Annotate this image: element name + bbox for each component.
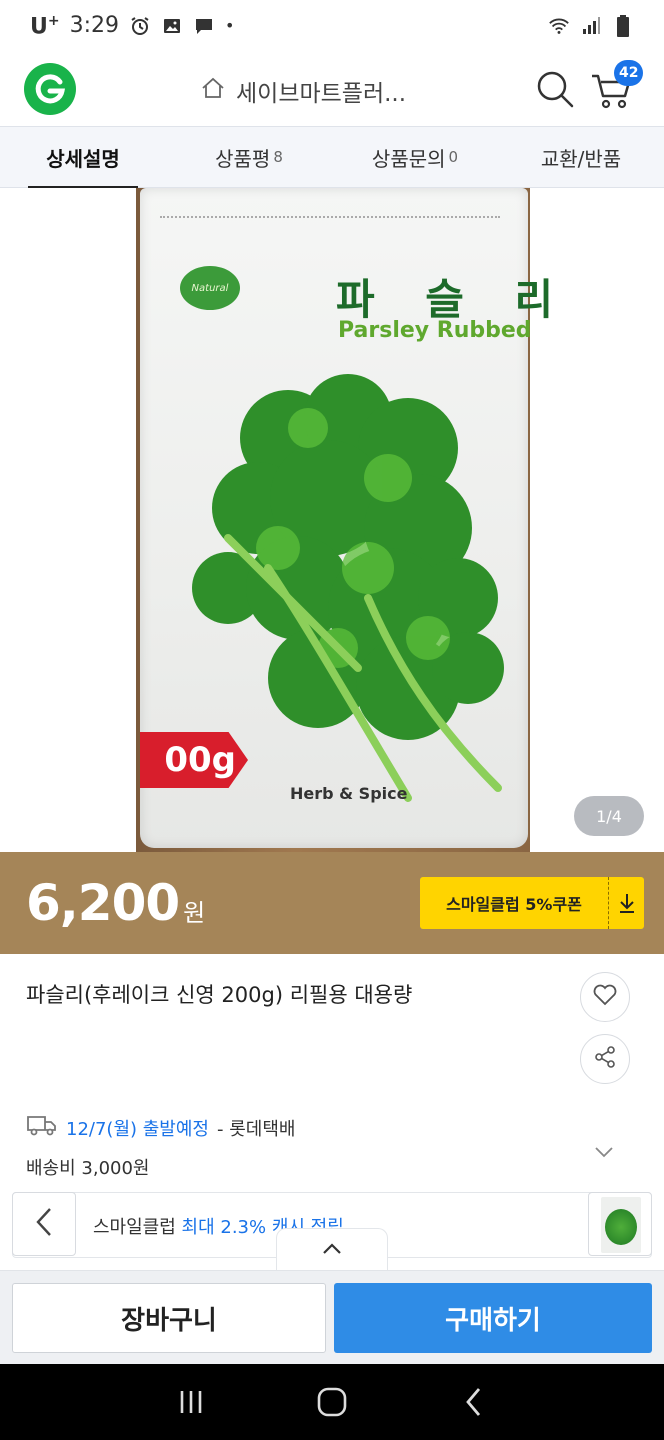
coupon-button[interactable]: 스마일클럽 5%쿠폰 xyxy=(420,877,644,929)
status-right xyxy=(548,15,634,37)
tab-count: 8 xyxy=(273,148,283,166)
product-thumbnail[interactable] xyxy=(588,1192,652,1256)
tab-label: 상품평 xyxy=(215,146,271,171)
package-title-en: Parsley Rubbed xyxy=(338,318,532,343)
share-button[interactable] xyxy=(580,1034,630,1084)
download-icon xyxy=(608,877,644,929)
tab-description[interactable]: 상세설명 xyxy=(0,127,166,188)
price-value: 6,200 xyxy=(26,874,180,932)
shipping-fee: 배송비 3,000원 xyxy=(26,1158,150,1179)
tab-label: 상세설명 xyxy=(46,146,120,171)
club-prefix: 스마일클럽 xyxy=(93,1217,176,1238)
tab-label: 상품문의 xyxy=(371,146,446,171)
package-zip-line xyxy=(160,216,500,218)
action-bar: 장바구니 구매하기 xyxy=(0,1270,664,1364)
back-button[interactable] xyxy=(12,1192,76,1256)
coupon-label: 스마일클럽 5%쿠폰 xyxy=(446,895,582,914)
signal-icon xyxy=(580,15,602,37)
wifi-icon xyxy=(548,15,570,37)
detail-tabs: 상세설명 상품평 8 상품문의 0 교환/반품 xyxy=(0,126,664,188)
shipping-row: 12/7(월) 출발예정 - 롯데택배 xyxy=(26,1114,295,1141)
back-nav-icon[interactable] xyxy=(453,1382,493,1422)
price-bar: 6,200 원 스마일클럽 5%쿠폰 xyxy=(0,852,664,954)
tab-reviews[interactable]: 상품평 8 xyxy=(166,127,332,187)
recent-apps-icon[interactable] xyxy=(171,1382,211,1422)
truck-icon xyxy=(26,1114,58,1141)
heart-icon xyxy=(592,983,618,1011)
home-icon xyxy=(200,76,226,106)
product-title: 파슬리(후레이크 신영 200g) 리필용 대용량 xyxy=(26,983,413,1007)
alarm-icon xyxy=(129,15,151,37)
gmarket-logo-icon[interactable] xyxy=(24,63,76,115)
price-unit: 원 xyxy=(183,898,206,927)
thumbnail-parsley xyxy=(605,1209,637,1245)
shipping-date: 12/7(월) 출발예정 xyxy=(66,1118,209,1140)
share-icon xyxy=(593,1045,617,1073)
tab-questions[interactable]: 상품문의 0 xyxy=(332,127,498,187)
chevron-up-icon xyxy=(321,1241,343,1260)
product-image-carousel[interactable]: Natural 파 슬 리 Parsley Rubbed 00g Herb & … xyxy=(0,188,664,852)
package-tagline: Herb & Spice xyxy=(290,784,408,803)
status-bar: U+ 3:29 • xyxy=(0,0,664,52)
carrier-label: U+ xyxy=(30,12,60,40)
cart-count-badge: 42 xyxy=(614,60,644,86)
tab-label: 교환/반품 xyxy=(540,146,622,171)
message-icon xyxy=(193,15,215,37)
brand-logo-icon: Natural xyxy=(180,266,240,310)
home-nav-icon[interactable] xyxy=(312,1382,352,1422)
app-header: 세이브마트플러... xyxy=(0,52,664,126)
gallery-icon xyxy=(161,15,183,37)
battery-icon xyxy=(612,15,634,37)
notification-dot: • xyxy=(225,16,235,36)
shipping-carrier: - 롯데택배 xyxy=(217,1118,296,1140)
status-left: U+ 3:29 • xyxy=(30,13,234,39)
wishlist-button[interactable] xyxy=(580,972,630,1022)
search-icon[interactable] xyxy=(534,68,576,110)
tab-count: 0 xyxy=(448,148,459,166)
collapse-handle[interactable] xyxy=(276,1228,388,1272)
tab-exchange-return[interactable]: 교환/반품 xyxy=(498,127,664,187)
add-to-cart-button[interactable]: 장바구니 xyxy=(12,1283,326,1353)
image-counter: 1/4 xyxy=(574,796,644,836)
buy-now-button[interactable]: 구매하기 xyxy=(334,1283,652,1353)
store-name-label: 세이브마트플러... xyxy=(236,81,407,107)
package-weight-tag: 00g xyxy=(140,732,248,788)
chevron-left-icon xyxy=(32,1205,56,1243)
system-nav-bar xyxy=(0,1364,664,1440)
store-link[interactable]: 세이브마트플러... xyxy=(200,74,406,108)
status-time: 3:29 xyxy=(69,13,120,39)
chevron-down-icon[interactable] xyxy=(592,1140,616,1164)
